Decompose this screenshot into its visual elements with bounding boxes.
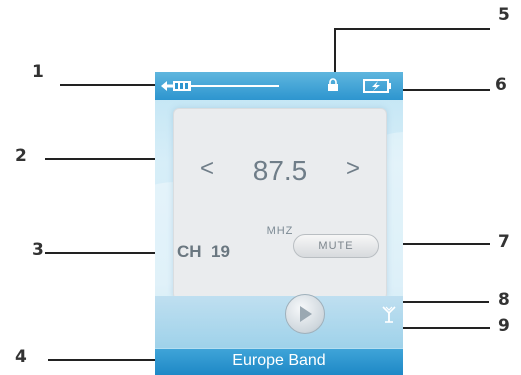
callout-2: 2 <box>15 146 27 166</box>
frequency-row: < 87.5 > <box>174 155 386 195</box>
callout-1: 1 <box>32 62 44 82</box>
mute-button[interactable]: MUTE <box>293 234 379 258</box>
leader-line-8 <box>403 301 489 303</box>
callout-6: 6 <box>495 75 507 95</box>
status-bar <box>155 72 403 100</box>
band-bar: Europe Band <box>155 349 403 375</box>
callout-4: 4 <box>15 347 27 367</box>
playback-area <box>155 296 403 348</box>
play-icon <box>300 306 312 322</box>
callout-7: 7 <box>498 232 510 252</box>
fm-transmitter-screen: < 87.5 > MHZ CH 19 MUTE Europe Band <box>155 72 403 375</box>
frequency-display: 87.5 <box>252 155 308 186</box>
antenna-icon <box>382 306 396 323</box>
callout-5: 5 <box>498 5 510 25</box>
next-frequency-button[interactable]: > <box>346 155 360 183</box>
previous-frequency-button[interactable]: < <box>200 155 214 183</box>
play-button[interactable] <box>285 294 325 334</box>
lock-icon <box>328 78 338 91</box>
callout-3: 3 <box>32 240 44 260</box>
tuner-card: < 87.5 > MHZ <box>173 108 387 300</box>
battery-charging-icon <box>363 79 391 93</box>
band-label: Europe Band <box>232 352 326 369</box>
signal-strength-icon <box>161 81 279 91</box>
leader-line-5 <box>334 28 490 30</box>
callout-9: 9 <box>498 316 510 336</box>
channel-number: CH 19 <box>177 242 230 261</box>
callout-8: 8 <box>498 290 510 310</box>
